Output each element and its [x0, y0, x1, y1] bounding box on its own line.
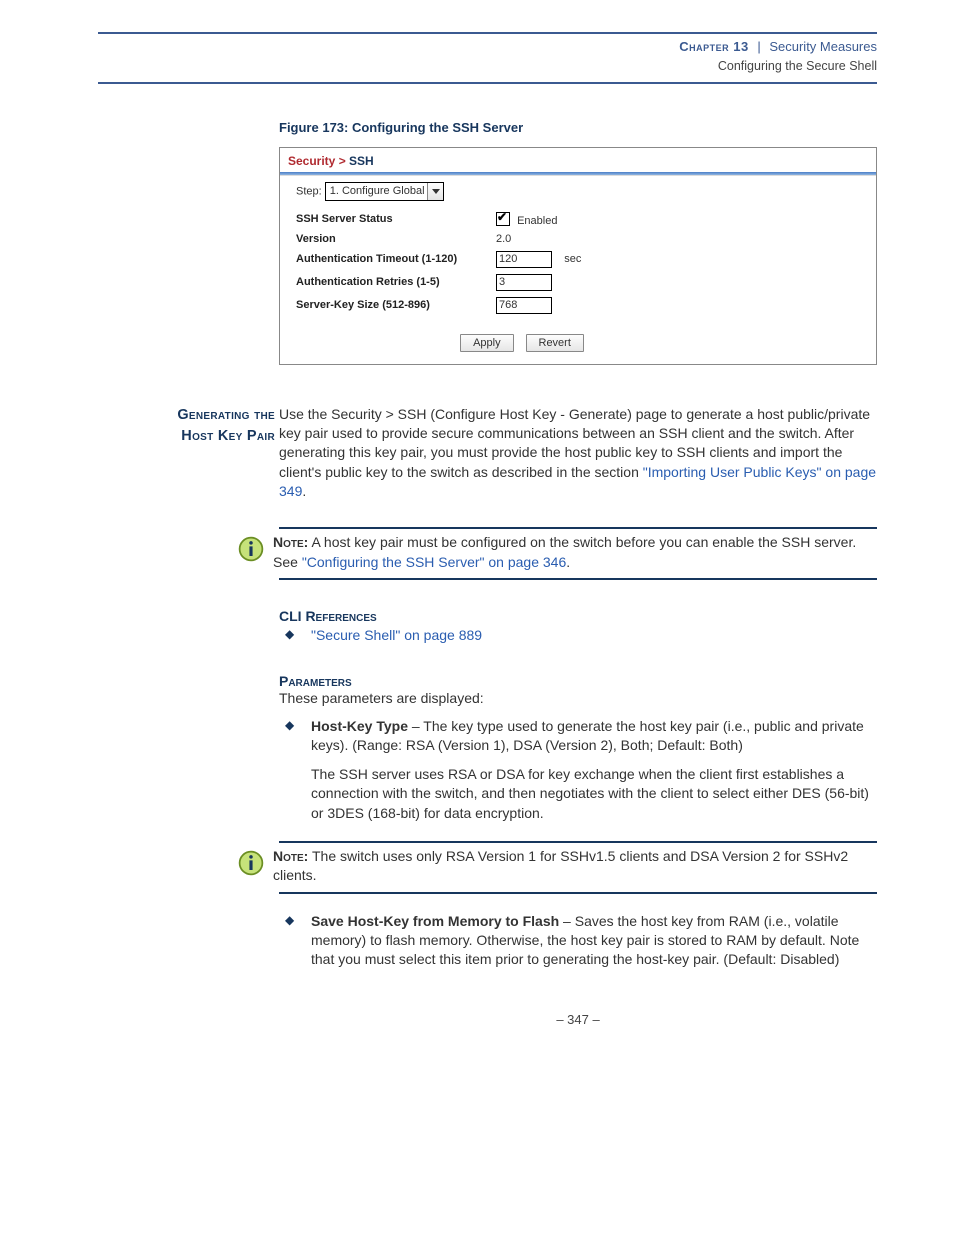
link-secure-shell[interactable]: "Secure Shell" on page 889: [311, 627, 482, 643]
ssh-config-screenshot: Security > SSH Step: 1. Configure Global…: [279, 147, 877, 365]
ssh-status-checkbox[interactable]: [496, 212, 510, 226]
param-save-host-key: Save Host-Key from Memory to Flash – Sav…: [279, 912, 877, 970]
version-label: Version: [296, 230, 496, 248]
retries-input[interactable]: 3: [496, 274, 552, 291]
parameters-intro: These parameters are displayed:: [279, 689, 877, 708]
step-label: Step:: [296, 185, 322, 197]
page-header: Chapter 13 | Security Measures Configuri…: [98, 32, 877, 84]
section-title: Security Measures: [769, 39, 877, 54]
revert-button[interactable]: Revert: [526, 334, 584, 352]
intro-paragraph: Use the Security > SSH (Configure Host K…: [279, 405, 877, 502]
apply-button[interactable]: Apply: [460, 334, 514, 352]
timeout-label: Authentication Timeout (1-120): [296, 248, 496, 271]
sidehead-generating: Generating theHost Key Pair: [127, 405, 279, 510]
cli-references-heading: CLI References: [279, 608, 877, 624]
breadcrumb-root: Security >: [288, 154, 346, 168]
page-number: – 347 –: [279, 1012, 877, 1027]
step-select[interactable]: 1. Configure Global: [325, 182, 444, 201]
parameters-heading: Parameters: [279, 673, 877, 689]
link-config-ssh-server[interactable]: "Configuring the SSH Server" on page 346: [302, 554, 566, 570]
timeout-input[interactable]: 120: [496, 251, 552, 268]
subsection-title: Configuring the Secure Shell: [718, 59, 877, 73]
ssh-status-label: SSH Server Status: [296, 209, 496, 230]
version-value: 2.0: [496, 230, 581, 248]
chapter-label: Chapter 13: [679, 39, 748, 54]
note-rsa-dsa: Note: The switch uses only RSA Version 1…: [279, 841, 877, 894]
keysize-input[interactable]: 768: [496, 297, 552, 314]
figure-caption: Figure 173: Configuring the SSH Server: [279, 120, 877, 135]
info-icon: [237, 849, 265, 877]
info-icon: [237, 535, 265, 563]
cli-ref-item: "Secure Shell" on page 889: [279, 626, 877, 645]
ssh-status-text: Enabled: [517, 215, 557, 227]
param-host-key-type: Host-Key Type – The key type used to gen…: [279, 717, 877, 756]
param-host-key-type-desc: The SSH server uses RSA or DSA for key e…: [279, 765, 877, 823]
keysize-label: Server-Key Size (512-896): [296, 294, 496, 317]
retries-label: Authentication Retries (1-5): [296, 271, 496, 294]
note-host-key-required: Note: A host key pair must be configured…: [279, 527, 877, 580]
breadcrumb: Security > SSH: [280, 148, 876, 172]
timeout-unit: sec: [564, 253, 581, 265]
breadcrumb-leaf: SSH: [349, 154, 374, 168]
chevron-down-icon: [432, 189, 440, 194]
